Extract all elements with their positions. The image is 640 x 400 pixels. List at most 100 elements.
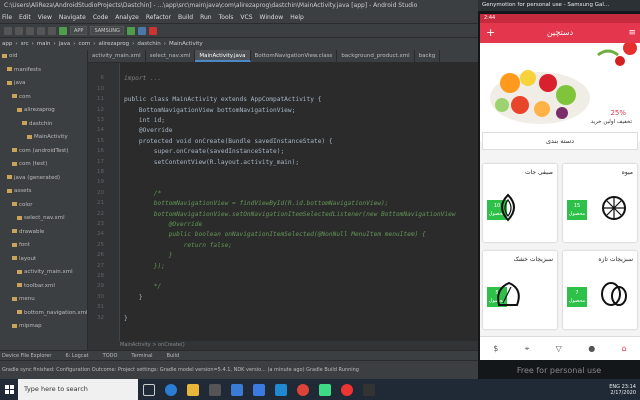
tree-item[interactable]: activity_main.xml <box>0 266 87 280</box>
chrome-icon[interactable] <box>297 383 309 396</box>
genymotion-icon[interactable] <box>341 383 353 396</box>
run-icon[interactable] <box>126 26 135 35</box>
tree-item[interactable]: dastchin <box>0 118 87 132</box>
editor-tab[interactable]: select_nav.xml <box>146 50 196 62</box>
tree-item[interactable]: java (generated) <box>0 172 87 186</box>
device-select[interactable]: SAMSUNG <box>90 26 124 35</box>
undo-icon[interactable] <box>37 26 45 35</box>
money-icon[interactable]: $ <box>493 344 498 353</box>
tree-item[interactable]: com (androidTest) <box>0 145 87 159</box>
editor-tab[interactable]: backg <box>415 50 441 62</box>
editor-tab[interactable]: background_product.xml <box>337 50 415 62</box>
save-icon[interactable] <box>15 26 23 35</box>
tree-item[interactable]: com (test) <box>0 158 87 172</box>
breadcrumb-item[interactable]: app <box>2 41 12 47</box>
tree-item[interactable]: com <box>0 91 87 105</box>
menu-item-help[interactable]: Help <box>290 14 304 21</box>
user-icon[interactable]: ● <box>588 344 595 353</box>
android-studio-icon[interactable] <box>319 383 331 396</box>
tool-window-tab[interactable]: 6: Logcat <box>65 353 88 359</box>
line-number: 14 <box>97 127 104 134</box>
tree-item[interactable]: menu <box>0 293 87 307</box>
category-card-fresh-vegetables[interactable]: سبزیجات تازه 7 محصول <box>563 251 637 329</box>
explorer-icon[interactable] <box>187 383 199 396</box>
menu-item-run[interactable]: Run <box>200 14 212 21</box>
menu-item-refactor[interactable]: Refactor <box>146 14 171 21</box>
tree-item[interactable]: toolbar.xml <box>0 280 87 294</box>
tool-window-tab[interactable]: Device File Explorer <box>2 353 51 359</box>
tree-item[interactable]: color <box>0 199 87 213</box>
breadcrumb-item[interactable]: main <box>37 41 51 47</box>
mail-icon[interactable] <box>231 383 243 396</box>
editor-tab[interactable]: activity_main.xml <box>88 50 146 62</box>
tree-item[interactable]: mipmap <box>0 320 87 334</box>
category-card-summer-crops[interactable]: صیفی جات 10 محصول <box>483 164 557 242</box>
breadcrumb-item[interactable]: dastchin <box>137 41 160 47</box>
menu-item-code[interactable]: Code <box>93 14 108 21</box>
breadcrumb-item[interactable]: com <box>78 41 90 47</box>
category-button[interactable]: دسته بندی <box>482 132 638 150</box>
tree-item[interactable]: alirezaprog <box>0 104 87 118</box>
breadcrumb-item[interactable]: java <box>59 41 71 47</box>
terminal-icon[interactable] <box>363 383 375 396</box>
add-icon[interactable]: + <box>486 23 495 43</box>
promo-banner[interactable]: 25% تخفیف اولین خرید <box>480 43 640 141</box>
tool-window-tab[interactable]: Terminal <box>131 353 152 359</box>
task-view-icon[interactable] <box>143 383 155 396</box>
tree-item[interactable]: assets <box>0 185 87 199</box>
tree-item[interactable]: font <box>0 239 87 253</box>
line-number: 18 <box>97 169 104 175</box>
tool-window-tab[interactable]: Build <box>167 353 180 359</box>
build-icon[interactable] <box>59 26 67 35</box>
menu-item-navigate[interactable]: Navigate <box>59 14 86 21</box>
vscode-icon[interactable] <box>275 383 287 396</box>
code-editor[interactable]: import ... public class MainActivity exte… <box>120 63 478 341</box>
redo-icon[interactable] <box>48 26 56 35</box>
tree-item[interactable]: drawable <box>0 226 87 240</box>
edge-icon[interactable] <box>165 383 177 396</box>
location-icon[interactable]: ⌖ <box>525 344 530 354</box>
stop-icon[interactable] <box>148 26 157 35</box>
tree-item[interactable]: layout <box>0 253 87 267</box>
tree-item[interactable]: oid <box>0 50 87 64</box>
menu-item-edit[interactable]: Edit <box>19 14 31 21</box>
line-number: 19 <box>97 179 104 186</box>
menu-item-window[interactable]: Window <box>260 14 284 21</box>
breadcrumb-item[interactable]: MainActivity <box>169 41 203 47</box>
menu-item-vcs[interactable]: VCS <box>240 14 252 21</box>
project-tree: oid manifests java com alirezaprog dastchin Ma… <box>0 50 88 350</box>
tool-window-tab[interactable]: TODO <box>103 353 118 359</box>
basket-icon[interactable]: ▽ <box>556 344 562 353</box>
windows-start-icon[interactable] <box>0 379 18 400</box>
open-icon[interactable] <box>4 26 12 35</box>
tree-item-label: font <box>19 242 30 248</box>
taskbar-search-input[interactable]: Type here to search <box>18 379 138 400</box>
debug-icon[interactable] <box>137 26 146 35</box>
menu-item-tools[interactable]: Tools <box>219 14 234 21</box>
menu-item-build[interactable]: Build <box>178 14 193 21</box>
tree-item[interactable]: MainActivity <box>0 131 87 145</box>
category-card-fruit[interactable]: میوه 15 محصول <box>563 164 637 242</box>
sync-icon[interactable] <box>26 26 34 35</box>
menu-item-analyze[interactable]: Analyze <box>115 14 139 21</box>
editor-tab[interactable]: BottomNavigationView.class <box>251 50 338 62</box>
tree-item[interactable]: java <box>0 77 87 91</box>
breadcrumb-item[interactable]: alirezaprog <box>98 41 129 47</box>
tree-item[interactable]: select_nav.xml <box>0 212 87 226</box>
tree-item-label: menu <box>19 296 35 302</box>
home-icon[interactable]: ⌂ <box>622 344 627 353</box>
menu-item-file[interactable]: File <box>2 14 12 21</box>
menu-item-view[interactable]: View <box>38 14 52 21</box>
breadcrumb-item[interactable]: src <box>21 41 29 47</box>
dropbox-icon[interactable] <box>253 383 265 396</box>
tree-item[interactable]: manifests <box>0 64 87 78</box>
editor-breadcrumb[interactable]: MainActivity > onCreate() <box>88 341 478 350</box>
code-line: return false; <box>124 241 233 249</box>
store-icon[interactable] <box>209 383 221 396</box>
hamburger-menu-icon[interactable]: ≡ <box>628 23 636 43</box>
system-tray[interactable]: ENG 23:14 2/17/2020 <box>609 384 640 396</box>
tree-item[interactable]: bottom_navigation.xml <box>0 307 87 321</box>
run-config-select[interactable]: APP <box>70 26 88 35</box>
category-card-dry-vegetables[interactable]: سبزیجات خشک 5 محصول <box>483 251 557 329</box>
editor-tab[interactable]: MainActivity.java <box>195 50 251 62</box>
